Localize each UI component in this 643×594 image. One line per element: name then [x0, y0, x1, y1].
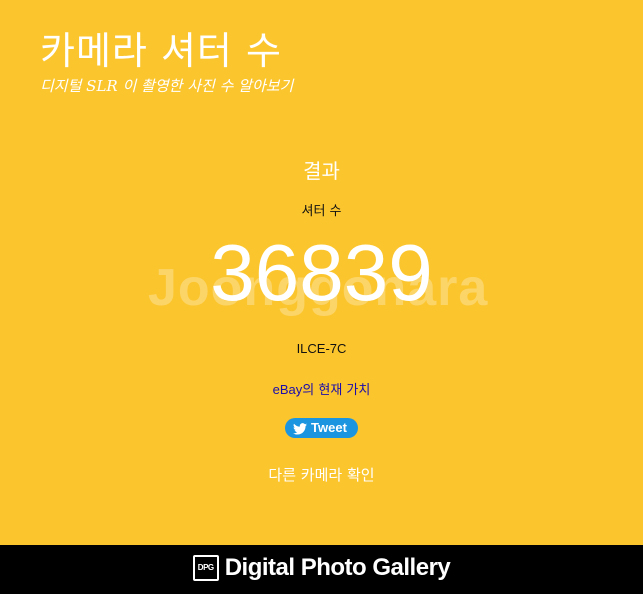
- page-title: 카메라 셔터 수: [40, 29, 282, 73]
- ebay-link-text: 의 현재 가치: [302, 383, 371, 398]
- tweet-button[interactable]: Tweet: [285, 418, 358, 438]
- dpg-logo: DPG: [192, 555, 219, 581]
- result-heading: 결과: [303, 159, 340, 183]
- camera-model: ILCE-7C: [296, 341, 347, 356]
- tweet-row: Tweet: [0, 418, 643, 438]
- shutter-count-label: 셔터 수: [301, 204, 342, 219]
- ebay-value-link-row: eBay의 현재 가치: [0, 379, 643, 398]
- ebay-brand: eBay: [272, 382, 303, 397]
- page-subtitle: 디지털 SLR 이 촬영한 사진 수 알아보기: [40, 77, 294, 95]
- footer-brand[interactable]: DPG Digital Photo Gallery: [0, 554, 643, 582]
- footer-brand-name: Digital Photo Gallery: [224, 554, 451, 581]
- tweet-label: Tweet: [311, 420, 347, 435]
- twitter-bird-icon: [293, 423, 308, 435]
- ebay-value-link[interactable]: eBay의 현재 가치: [272, 382, 371, 398]
- shutter-count-value: 36839: [210, 228, 433, 317]
- footer: DPG Digital Photo Gallery: [0, 545, 643, 594]
- check-other-camera-link[interactable]: 다른 카메라 확인: [0, 464, 643, 485]
